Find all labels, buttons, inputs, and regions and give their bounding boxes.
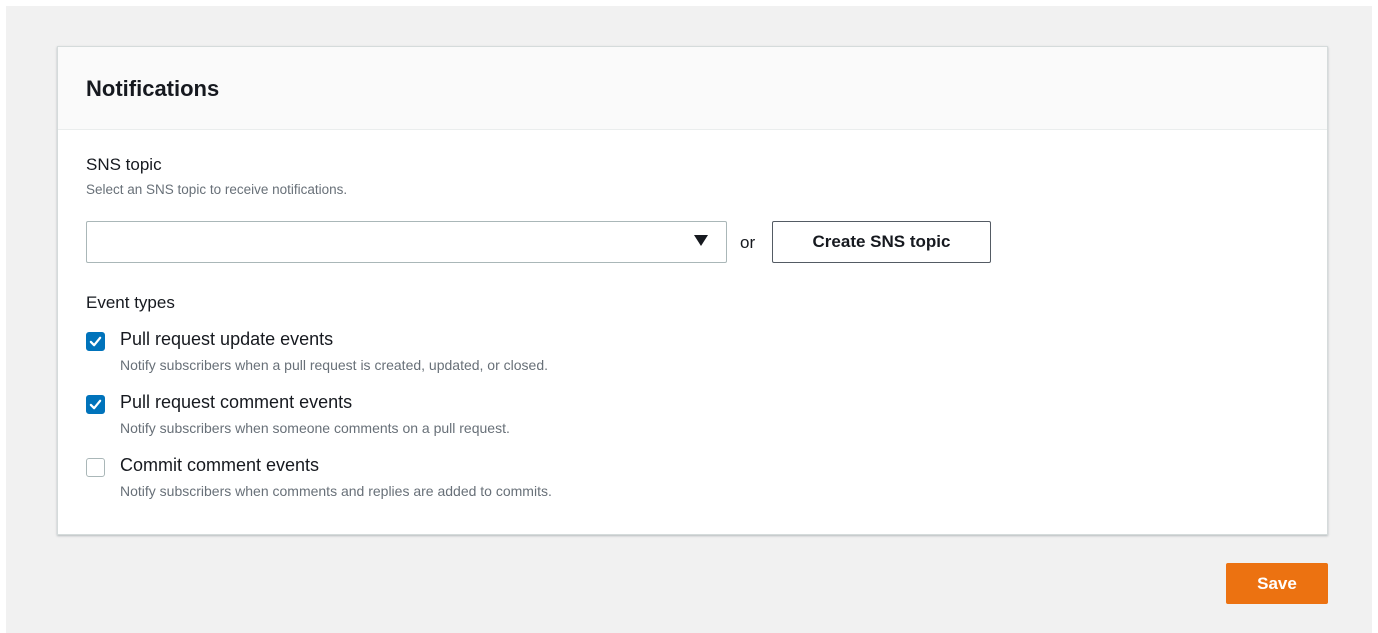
commit-comment-description: Notify subscribers when comments and rep… — [120, 483, 552, 499]
pull-request-update-checkbox[interactable] — [86, 332, 105, 351]
checkmark-icon — [89, 399, 102, 410]
pull-request-comment-title: Pull request comment events — [120, 392, 353, 412]
commit-comment-checkbox[interactable] — [86, 458, 105, 477]
checkmark-icon — [89, 336, 102, 347]
caret-down-icon — [694, 235, 708, 246]
pull-request-comment-description: Notify subscribers when someone comments… — [120, 420, 510, 436]
or-separator: or — [740, 233, 756, 252]
panel-header: Notifications — [58, 47, 1327, 130]
create-sns-topic-button[interactable]: Create SNS topic — [772, 221, 991, 263]
save-button[interactable]: Save — [1226, 563, 1328, 604]
sns-topic-select[interactable] — [86, 221, 727, 263]
pull-request-update-title: Pull request update events — [120, 329, 334, 349]
event-types-label: Event types — [86, 293, 175, 312]
commit-comment-title: Commit comment events — [120, 455, 320, 475]
notifications-panel: Notifications SNS topic Select an SNS to… — [57, 46, 1328, 535]
pull-request-update-description: Notify subscribers when a pull request i… — [120, 357, 549, 373]
sns-topic-label: SNS topic — [86, 155, 162, 174]
pull-request-comment-checkbox[interactable] — [86, 395, 105, 414]
panel-title: Notifications — [86, 76, 220, 101]
sns-topic-description: Select an SNS topic to receive notificat… — [86, 182, 348, 197]
